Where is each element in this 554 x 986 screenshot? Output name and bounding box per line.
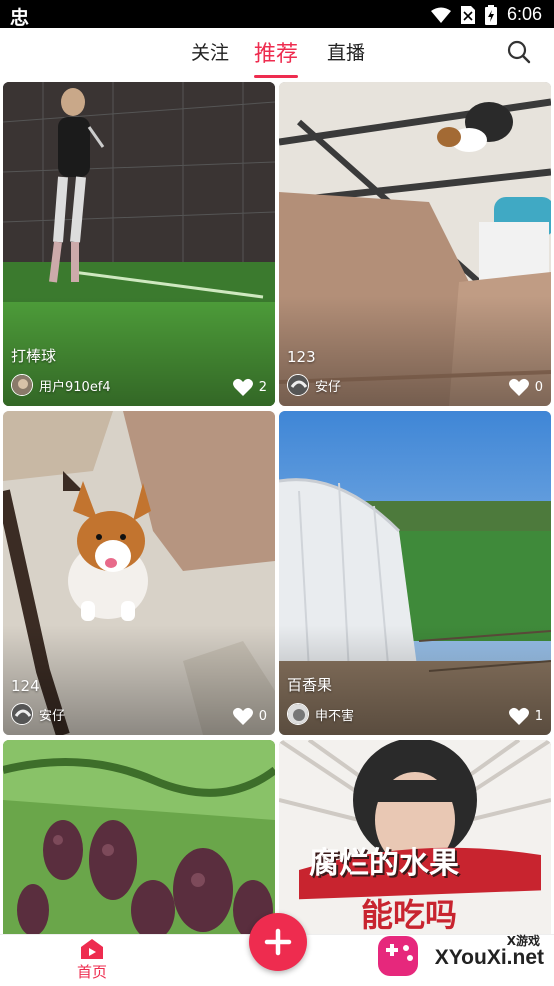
card-title: 123 [287, 348, 316, 366]
card-title: 百香果 [287, 676, 333, 694]
active-tab-indicator [254, 75, 298, 78]
video-card[interactable]: 百香果 申不害 1 [279, 411, 551, 735]
heart-icon [232, 378, 253, 396]
video-card[interactable] [3, 740, 275, 940]
overlay-headline: 腐烂的水果 [309, 846, 459, 881]
thumbnail [3, 740, 275, 940]
avatar [287, 703, 309, 725]
clock: 6:06 [506, 4, 542, 24]
like-button[interactable]: 2 [232, 378, 267, 396]
author-name: 安仔 [315, 379, 342, 395]
card-title: 打棒球 [11, 347, 57, 365]
tab-following[interactable]: 关注 [191, 38, 229, 65]
tab-home[interactable]: 首页 [70, 939, 114, 982]
avatar [11, 703, 33, 725]
app-glyph-icon: 忠 [10, 7, 30, 29]
like-count: 0 [258, 708, 267, 724]
video-card[interactable]: 123 安仔 0 [279, 82, 551, 406]
heart-icon [508, 707, 529, 725]
top-nav: 关注 推荐 直播 [0, 28, 554, 78]
heart-icon [232, 707, 253, 725]
author-name: 安仔 [39, 708, 66, 724]
card-author[interactable]: 安仔 [11, 703, 65, 725]
like-button[interactable]: 0 [232, 707, 267, 725]
like-button[interactable]: 1 [508, 707, 543, 725]
no-sim-icon [460, 5, 475, 24]
plus-icon [264, 928, 292, 956]
author-name: 申不害 [315, 708, 355, 724]
author-name: 用户910ef4 [39, 379, 111, 395]
card-author[interactable]: 申不害 [287, 703, 354, 725]
video-card[interactable]: 打棒球 用户910ef4 2 [3, 82, 275, 406]
video-card[interactable]: 腐烂的水果 能吃吗 [279, 740, 551, 940]
video-card[interactable]: 124 安仔 0 [3, 411, 275, 735]
card-author[interactable]: 安仔 [287, 374, 341, 396]
watermark-text: XYouXi.net [434, 946, 544, 969]
avatar [287, 374, 309, 396]
heart-icon [508, 378, 529, 396]
avatar [11, 374, 33, 396]
card-author[interactable]: 用户910ef4 [11, 374, 111, 396]
tab-live[interactable]: 直播 [327, 38, 365, 65]
search-icon[interactable] [507, 40, 531, 64]
tab-recommended[interactable]: 推荐 [254, 36, 298, 68]
like-count: 2 [258, 379, 267, 395]
home-label: 首页 [76, 963, 107, 981]
card-title: 124 [11, 677, 40, 695]
status-bar: 忠 6:06 [0, 0, 554, 29]
add-video-button[interactable] [249, 913, 307, 971]
like-count: 1 [534, 708, 543, 724]
wifi-icon [430, 7, 451, 23]
home-play-icon [81, 939, 103, 959]
battery-icon [484, 4, 497, 25]
like-count: 0 [534, 379, 543, 395]
like-button[interactable]: 0 [508, 378, 543, 396]
